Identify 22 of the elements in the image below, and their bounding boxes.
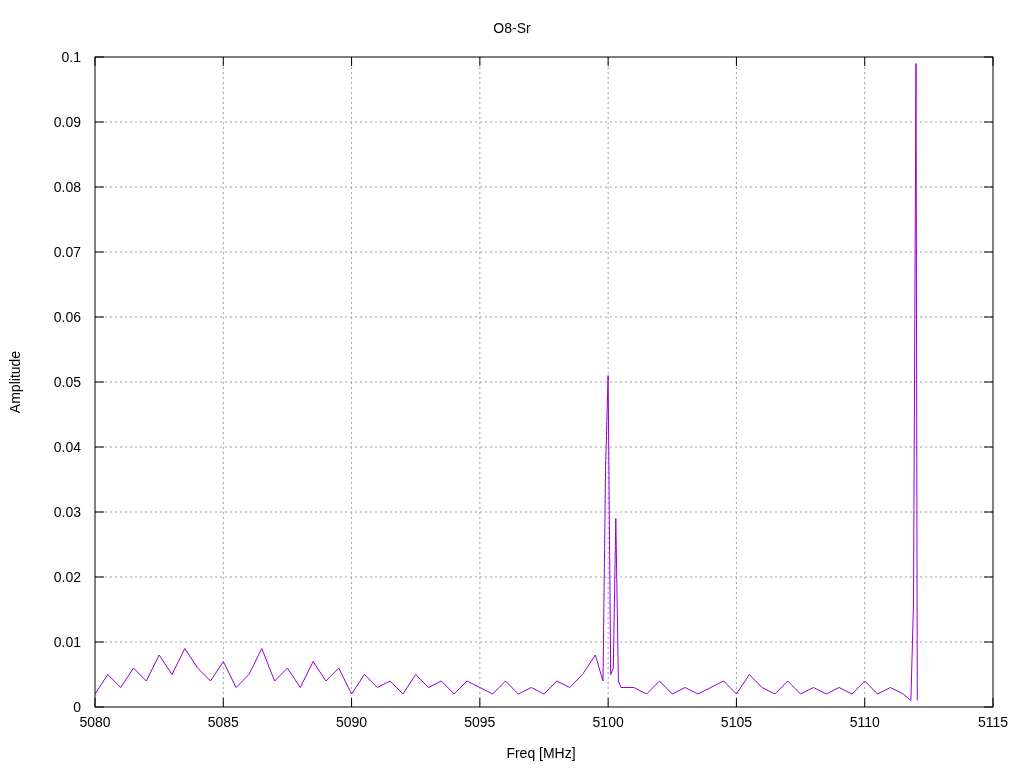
x-tick-label: 5110 [849, 714, 880, 730]
x-tick-label: 5090 [336, 714, 368, 730]
y-tick-label: 0.01 [53, 634, 81, 650]
y-tick-label: 0.02 [53, 569, 81, 585]
x-tick-label: 5115 [977, 714, 1009, 730]
x-tick-label: 5085 [207, 714, 239, 730]
x-tick-label: 5105 [720, 714, 752, 730]
x-tick-label: 5080 [79, 714, 111, 730]
y-tick-label: 0.06 [53, 309, 81, 325]
y-tick-label: 0 [73, 699, 81, 715]
x-tick-label: 5095 [464, 714, 496, 730]
y-tick-label: 0.03 [53, 504, 81, 520]
y-axis-label: Amplitude [7, 350, 23, 414]
y-tick-label: 0.04 [53, 439, 81, 455]
y-tick-label: 0.08 [53, 179, 81, 195]
y-tick-label: 0.05 [53, 374, 81, 390]
y-tick-label: 0.09 [53, 114, 81, 130]
y-tick-label: 0.07 [53, 244, 81, 260]
y-tick-label: 0.1 [61, 49, 81, 65]
chart-title: O8-Sr [493, 20, 531, 36]
x-tick-label: 5100 [592, 714, 624, 730]
x-axis-label: Freq [MHz] [506, 745, 576, 761]
